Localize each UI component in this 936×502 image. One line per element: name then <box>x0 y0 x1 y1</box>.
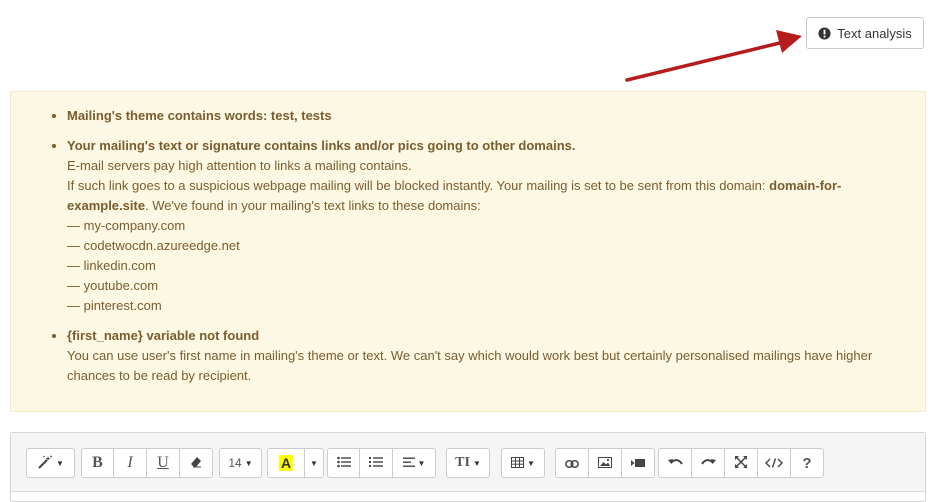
misc-group: ? <box>658 448 824 478</box>
numbered-list-button[interactable] <box>359 448 393 478</box>
table-icon <box>511 456 525 471</box>
warning-theme-words: Mailing's theme contains words: test, te… <box>67 106 905 126</box>
bullet-list-button[interactable] <box>327 448 360 478</box>
eraser-icon <box>190 456 202 471</box>
insert-video-button[interactable] <box>621 448 655 478</box>
fullscreen-button[interactable] <box>724 448 758 478</box>
table-group: ▼ <box>501 448 545 478</box>
clear-format-button[interactable] <box>179 448 213 478</box>
highlight-letter: A <box>278 455 294 471</box>
magic-style-button[interactable]: ▼ <box>26 448 75 478</box>
warning-text: You can use user's first name in mailing… <box>67 348 873 383</box>
warning-text: E-mail servers pay high attention to lin… <box>67 158 412 173</box>
text-analysis-label: Text analysis <box>837 25 912 41</box>
warning-text: If such link goes to a suspicious webpag… <box>67 178 770 193</box>
code-view-button[interactable] <box>757 448 791 478</box>
help-button[interactable]: ? <box>790 448 824 478</box>
font-size-dropdown[interactable]: 14 ▼ <box>219 448 262 478</box>
domain-item: — codetwocdn.azureedge.net <box>67 238 240 253</box>
bullet-list-icon <box>336 456 351 471</box>
warning-text: . We've found in your mailing's text lin… <box>145 198 481 213</box>
chevron-down-icon: ▼ <box>56 458 64 468</box>
warnings-list: Mailing's theme contains words: test, te… <box>11 92 925 386</box>
exclamation-circle-icon <box>818 26 831 40</box>
paragraph-group: ▼ <box>327 448 436 478</box>
align-left-icon <box>402 456 415 471</box>
domain-item: — linkedin.com <box>67 258 156 273</box>
redo-icon <box>700 456 716 471</box>
underline-button[interactable]: U <box>146 448 180 478</box>
chevron-down-icon: ▼ <box>244 458 253 468</box>
color-dropdown-button[interactable]: ▼ <box>304 448 324 478</box>
font-size-value: 14 <box>228 456 242 470</box>
insert-group <box>555 448 655 478</box>
font-size-group: 14 ▼ <box>219 448 262 478</box>
text-style-label: TI <box>455 455 470 470</box>
editor-toolbar: ▼ B I U 14 ▼ A ▼ ▼ TI ▼ ▼ ? <box>11 433 925 492</box>
chevron-down-icon: ▼ <box>527 458 535 468</box>
analysis-warnings-box: Mailing's theme contains words: test, te… <box>10 91 926 412</box>
insert-link-button[interactable] <box>555 448 589 478</box>
text-style-group: TI ▼ <box>446 448 490 478</box>
domain-item: — pinterest.com <box>67 298 162 313</box>
warning-title: Your mailing's text or signature contain… <box>67 138 576 153</box>
warning-first-name: {first_name} variable not found You can … <box>67 326 905 386</box>
domain-item: — youtube.com <box>67 278 159 293</box>
table-dropdown[interactable]: ▼ <box>501 448 545 478</box>
warning-title: Mailing's theme contains words: test, te… <box>67 108 332 123</box>
highlight-color-button[interactable]: A <box>267 448 305 478</box>
undo-icon <box>667 456 683 471</box>
chevron-down-icon: ▼ <box>310 458 318 468</box>
insert-image-button[interactable] <box>588 448 622 478</box>
fullscreen-icon <box>735 455 747 471</box>
link-icon <box>565 456 579 471</box>
chevron-down-icon: ▼ <box>417 458 426 468</box>
video-icon <box>631 456 645 471</box>
magic-wand-icon <box>37 455 53 472</box>
numbered-list-icon <box>369 456 383 471</box>
redo-button[interactable] <box>691 448 725 478</box>
undo-button[interactable] <box>658 448 692 478</box>
image-icon <box>598 456 612 471</box>
font-style-group: B I U <box>81 448 213 478</box>
text-style-dropdown[interactable]: TI ▼ <box>446 448 490 478</box>
italic-button[interactable]: I <box>113 448 147 478</box>
align-dropdown[interactable]: ▼ <box>392 448 436 478</box>
style-group: ▼ <box>26 448 75 478</box>
code-icon <box>765 456 783 471</box>
domain-item: — my-company.com <box>67 218 186 233</box>
mail-editor: ▼ B I U 14 ▼ A ▼ ▼ TI ▼ ▼ ? <box>10 432 926 502</box>
bold-button[interactable]: B <box>81 448 114 478</box>
text-analysis-button[interactable]: Text analysis <box>806 17 924 49</box>
annotation-arrow <box>625 30 802 82</box>
warning-external-links: Your mailing's text or signature contain… <box>67 136 905 316</box>
chevron-down-icon: ▼ <box>472 458 481 468</box>
color-group: A ▼ <box>267 448 324 478</box>
warning-title: {first_name} variable not found <box>67 328 260 343</box>
